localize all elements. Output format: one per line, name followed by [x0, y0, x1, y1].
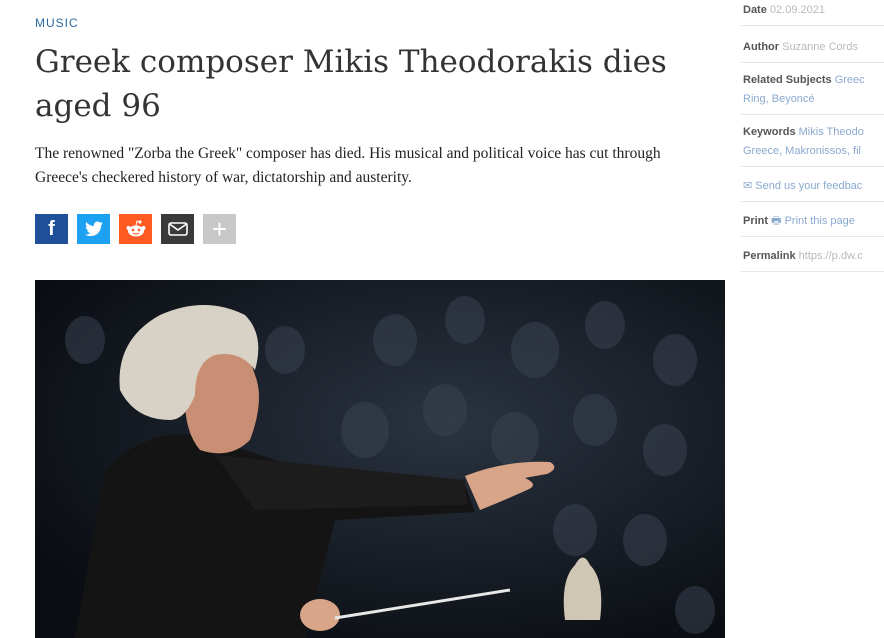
email-share-button[interactable] — [161, 214, 194, 244]
permalink-value[interactable]: https://p.dw.c — [799, 250, 863, 262]
keywords-label: Keywords — [743, 126, 796, 138]
related-link-2[interactable]: Ring, Beyoncé — [743, 93, 815, 105]
facebook-share-button[interactable]: f — [35, 214, 68, 244]
date-value: 02.09.2021 — [769, 4, 825, 16]
related-label: Related Subjects — [743, 74, 832, 86]
feedback-icon: ✉ — [743, 180, 756, 192]
author-value: Suzanne Cords — [782, 41, 858, 53]
keywords-row: Keywords Mikis Theodo Greece, Makronisso… — [741, 115, 884, 167]
reddit-icon — [126, 220, 145, 237]
article-headline: Greek composer Mikis Theodorakis dies ag… — [35, 44, 667, 124]
feedback-row: ✉ Send us your feedbac — [741, 167, 884, 202]
article-sidebar: Date 02.09.2021 Author Suzanne Cords Rel… — [741, 0, 884, 638]
article-lead: The renowned "Zorba the Greek" composer … — [35, 145, 661, 186]
author-row: Author Suzanne Cords — [741, 26, 884, 63]
related-link[interactable]: Greec — [835, 74, 865, 86]
permalink-row: Permalink https://p.dw.c — [741, 237, 884, 272]
printer-icon: 🖶 — [771, 215, 782, 227]
date-label: Date — [743, 4, 767, 16]
twitter-share-button[interactable] — [77, 214, 110, 244]
facebook-icon: f — [48, 217, 55, 240]
conductor-photo — [35, 280, 725, 638]
date-row: Date 02.09.2021 — [741, 0, 884, 26]
print-label: Print — [743, 215, 769, 227]
article-page: MUSIC Greek composer Mikis Theodorakis d… — [0, 0, 884, 638]
reddit-share-button[interactable] — [119, 214, 152, 244]
keywords-link-2[interactable]: Greece, Makronissos, fil — [743, 145, 861, 157]
feedback-link[interactable]: Send us your feedbac — [755, 180, 862, 192]
twitter-icon — [84, 221, 103, 237]
article-photo[interactable] — [35, 280, 725, 638]
plus-icon: + — [211, 213, 228, 244]
more-share-button[interactable]: + — [203, 214, 236, 244]
share-bar: f + — [35, 214, 236, 244]
author-label: Author — [743, 41, 780, 53]
permalink-label: Permalink — [743, 250, 796, 262]
category-link[interactable]: MUSIC — [35, 16, 79, 30]
email-icon — [167, 222, 188, 236]
print-link[interactable]: Print this page — [785, 215, 855, 227]
keywords-link[interactable]: Mikis Theodo — [799, 126, 864, 138]
print-row: Print 🖶 Print this page — [741, 202, 884, 237]
related-subjects-row: Related Subjects Greec Ring, Beyoncé — [741, 63, 884, 115]
